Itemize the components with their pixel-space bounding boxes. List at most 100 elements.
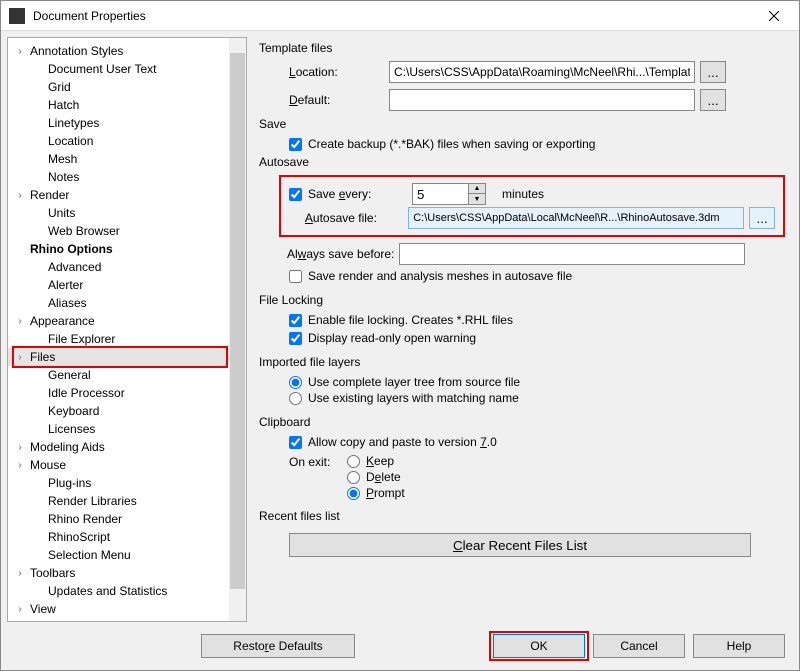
tree-item-document-user-text[interactable]: Document User Text xyxy=(8,60,246,78)
expand-icon[interactable]: › xyxy=(14,46,26,57)
default-browse-button[interactable]: ... xyxy=(700,89,726,111)
tree-item-updates-and-statistics[interactable]: Updates and Statistics xyxy=(8,582,246,600)
tree-item-label: Aliases xyxy=(48,296,87,310)
tree-item-keyboard[interactable]: Keyboard xyxy=(8,402,246,420)
tree-item-label: Hatch xyxy=(48,98,79,112)
tree-item-render-libraries[interactable]: Render Libraries xyxy=(8,492,246,510)
expand-icon[interactable]: › xyxy=(14,442,26,453)
spinner-up[interactable]: ▲ xyxy=(469,184,485,194)
readonly-warning-checkbox[interactable] xyxy=(289,332,302,345)
allow-paste-checkbox[interactable] xyxy=(289,436,302,449)
location-browse-button[interactable]: ... xyxy=(700,61,726,83)
tree-item-label: Selection Menu xyxy=(48,548,131,562)
cancel-button[interactable]: Cancel xyxy=(593,634,685,658)
default-label: Default: xyxy=(289,93,389,107)
tree-item-files[interactable]: › Files xyxy=(8,348,246,366)
tree-item-appearance[interactable]: › Appearance xyxy=(8,312,246,330)
tree-item-annotation-styles[interactable]: › Annotation Styles xyxy=(8,42,246,60)
close-button[interactable] xyxy=(751,1,797,31)
expand-icon[interactable]: › xyxy=(14,568,26,579)
tree-item-mouse[interactable]: › Mouse xyxy=(8,456,246,474)
tree-item-label: Appearance xyxy=(30,314,95,328)
onexit-keep-radio[interactable] xyxy=(347,455,360,468)
tree-item-general[interactable]: General xyxy=(8,366,246,384)
tree-item-location[interactable]: Location xyxy=(8,132,246,150)
enable-locking-checkbox[interactable] xyxy=(289,314,302,327)
help-button[interactable]: Help xyxy=(693,634,785,658)
expand-icon[interactable]: › xyxy=(14,460,26,471)
tree-item-licenses[interactable]: Licenses xyxy=(8,420,246,438)
tree-item-advanced[interactable]: Advanced xyxy=(8,258,246,276)
tree-item-label: Rhino Options xyxy=(30,242,113,256)
titlebar: Document Properties xyxy=(1,1,799,31)
tree-item-label: Advanced xyxy=(48,260,101,274)
tree-item-label: Idle Processor xyxy=(48,386,125,400)
expand-icon[interactable]: › xyxy=(14,352,26,363)
tree-item-label: Linetypes xyxy=(48,116,99,130)
tree-item-mesh[interactable]: Mesh xyxy=(8,150,246,168)
default-input[interactable] xyxy=(389,89,695,111)
tree-item-label: Mouse xyxy=(30,458,66,472)
tree-item-aliases[interactable]: Aliases xyxy=(8,294,246,312)
tree-item-label: Mesh xyxy=(48,152,77,166)
expand-icon[interactable]: › xyxy=(14,190,26,201)
tree-item-label: Toolbars xyxy=(30,566,75,580)
layers-existing-radio[interactable] xyxy=(289,392,302,405)
tree-item-modeling-aids[interactable]: ›Modeling Aids xyxy=(8,438,246,456)
save-every-checkbox[interactable] xyxy=(289,188,302,201)
tree-item-view[interactable]: ›View xyxy=(8,600,246,618)
scrollbar-thumb[interactable] xyxy=(230,53,245,589)
tree-item-web-browser[interactable]: Web Browser xyxy=(8,222,246,240)
tree-item-hatch[interactable]: Hatch xyxy=(8,96,246,114)
onexit-delete-radio[interactable] xyxy=(347,471,360,484)
tree-item-label: Files xyxy=(30,350,55,364)
spinner-down[interactable]: ▼ xyxy=(469,194,485,204)
expand-icon[interactable]: › xyxy=(14,604,26,615)
layers-complete-radio[interactable] xyxy=(289,376,302,389)
dialog-footer: Restore Defaults OK Cancel Help xyxy=(1,626,799,670)
tree-item-file-explorer[interactable]: File Explorer xyxy=(8,330,246,348)
tree-item-rhino-options[interactable]: Rhino Options xyxy=(8,240,246,258)
tree-item-linetypes[interactable]: Linetypes xyxy=(8,114,246,132)
autosave-browse-button[interactable]: ... xyxy=(749,207,775,229)
tree-item-grid[interactable]: Grid xyxy=(8,78,246,96)
settings-panel: Template files Location: ... Default: ..… xyxy=(249,31,799,626)
clear-recent-button[interactable]: Clear Recent Files List xyxy=(289,533,751,557)
onexit-prompt-radio[interactable] xyxy=(347,487,360,500)
tree-item-alerter[interactable]: Alerter xyxy=(8,276,246,294)
restore-defaults-button[interactable]: Restore Defaults xyxy=(201,634,355,658)
allow-paste-label: Allow copy and paste to version 7.0 xyxy=(308,435,497,449)
layers-complete-label: Use complete layer tree from source file xyxy=(308,375,520,389)
sidebar-scrollbar[interactable] xyxy=(229,38,246,621)
tree-item-notes[interactable]: Notes xyxy=(8,168,246,186)
tree-item-label: Keyboard xyxy=(48,404,99,418)
save-every-input[interactable] xyxy=(412,183,468,205)
tree-item-toolbars[interactable]: › Toolbars xyxy=(8,564,246,582)
save-render-mesh-checkbox[interactable] xyxy=(289,270,302,283)
onexit-delete-label: Delete xyxy=(366,470,401,484)
autosave-file-input[interactable] xyxy=(408,207,744,229)
tree-item-label: Annotation Styles xyxy=(30,44,123,58)
clipboard-section: Clipboard xyxy=(259,415,785,429)
tree-item-units[interactable]: Units xyxy=(8,204,246,222)
tree-item-label: Alerter xyxy=(48,278,83,292)
create-backup-checkbox[interactable] xyxy=(289,138,302,151)
location-input[interactable] xyxy=(389,61,695,83)
tree-item-plug-ins[interactable]: Plug-ins xyxy=(8,474,246,492)
tree-item-idle-processor[interactable]: Idle Processor xyxy=(8,384,246,402)
save-every-spinner[interactable]: ▲ ▼ xyxy=(412,183,486,205)
tree-item-render[interactable]: ›Render xyxy=(8,186,246,204)
tree-item-label: General xyxy=(48,368,91,382)
enable-locking-label: Enable file locking. Creates *.RHL files xyxy=(308,313,513,327)
ok-button[interactable]: OK xyxy=(493,634,585,658)
tree-item-selection-menu[interactable]: Selection Menu xyxy=(8,546,246,564)
onexit-label: On exit: xyxy=(289,453,347,469)
tree-item-rhino-render[interactable]: Rhino Render xyxy=(8,510,246,528)
options-tree[interactable]: › Annotation Styles Document User TextGrid… xyxy=(7,37,247,622)
expand-icon[interactable]: › xyxy=(14,316,26,327)
tree-item-rhinoscript[interactable]: RhinoScript xyxy=(8,528,246,546)
autosave-highlight-box: Save every: ▲ ▼ minutes Autosave file: .… xyxy=(279,175,785,237)
save-section: Save xyxy=(259,117,785,131)
always-save-input[interactable] xyxy=(399,243,745,265)
tree-item-label: Location xyxy=(48,134,93,148)
